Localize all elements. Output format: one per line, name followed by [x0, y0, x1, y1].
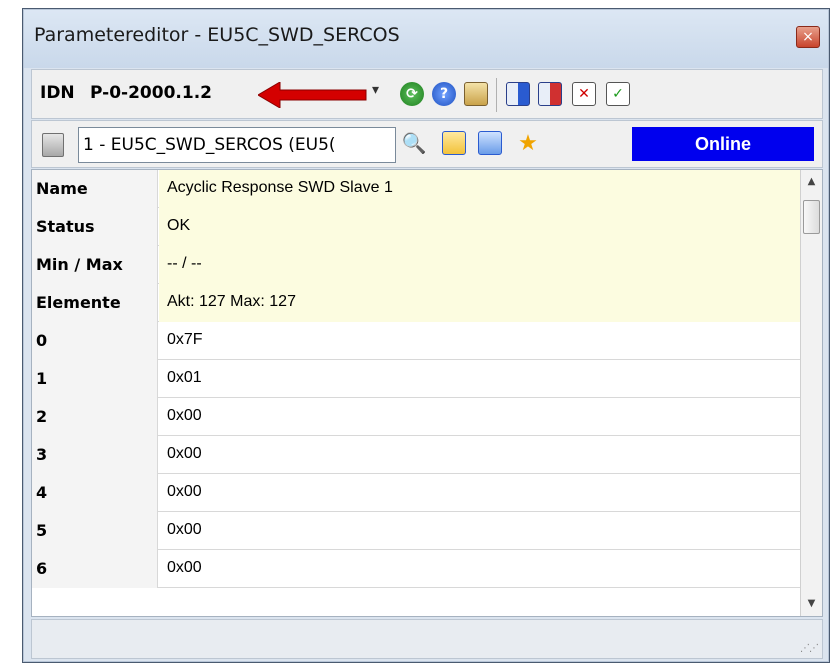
parameter-editor-window: Parametereditor - EU5C_SWD_SERCOS × IDN …	[22, 8, 830, 663]
table-import-icon[interactable]	[478, 131, 502, 155]
row-label: Min / Max	[32, 246, 158, 284]
title-bar: Parametereditor - EU5C_SWD_SERCOS ×	[24, 10, 828, 68]
idn-label: IDN	[40, 83, 75, 103]
online-status-badge: Online	[632, 127, 814, 161]
row-label: Elemente	[32, 284, 158, 322]
help-icon[interactable]: ?	[432, 82, 456, 106]
row-value: Akt: 127 Max: 127	[159, 284, 800, 322]
row-value[interactable]: 0x00	[159, 436, 800, 474]
row-value: Acyclic Response SWD Slave 1	[159, 170, 800, 208]
idn-input[interactable]: P-0-2000.1.2	[90, 83, 212, 103]
row-index: 2	[32, 398, 158, 436]
check-icon[interactable]: ✓	[606, 82, 630, 106]
row-value: OK	[159, 208, 800, 246]
row-index: 4	[32, 474, 158, 512]
scroll-down-icon[interactable]: ▼	[801, 594, 822, 614]
delete-icon[interactable]: ✕	[572, 82, 596, 106]
row-label: Name	[32, 170, 158, 208]
vertical-scrollbar[interactable]: ▲ ▼	[800, 170, 822, 616]
table-row[interactable]: 6 0x00	[32, 550, 800, 588]
grid-row-name[interactable]: Name Acyclic Response SWD Slave 1	[32, 170, 800, 208]
table-row[interactable]: 1 0x01	[32, 360, 800, 398]
idn-toolbar: IDN P-0-2000.1.2 ▾ ⟳ ? ✕ ✓	[31, 69, 823, 119]
table-row[interactable]: 3 0x00	[32, 436, 800, 474]
grid-row-status[interactable]: Status OK	[32, 208, 800, 246]
table-row[interactable]: 4 0x00	[32, 474, 800, 512]
table-row[interactable]: 2 0x00	[32, 398, 800, 436]
device-icon	[42, 133, 64, 157]
device-toolbar: 1 - EU5C_SWD_SERCOS (EU5( 🔍 ★ Online	[31, 120, 823, 168]
table-row[interactable]: 0 0x7F	[32, 322, 800, 360]
row-value: -- / --	[159, 246, 800, 284]
table-row[interactable]: 5 0x00	[32, 512, 800, 550]
resize-grip-icon[interactable]: ⋰⋰	[800, 643, 819, 654]
star-icon[interactable]: ★	[516, 131, 540, 156]
window-title: Parametereditor - EU5C_SWD_SERCOS	[34, 24, 400, 46]
scroll-thumb[interactable]	[803, 200, 820, 234]
row-value[interactable]: 0x7F	[159, 322, 800, 360]
grid-row-min-max[interactable]: Min / Max -- / --	[32, 246, 800, 284]
row-value[interactable]: 0x01	[159, 360, 800, 398]
row-index: 3	[32, 436, 158, 474]
table-icon[interactable]	[442, 131, 466, 155]
row-value[interactable]: 0x00	[159, 474, 800, 512]
device-select[interactable]: 1 - EU5C_SWD_SERCOS (EU5(	[78, 127, 396, 163]
row-index: 1	[32, 360, 158, 398]
clipboard-icon[interactable]	[464, 82, 488, 106]
row-index: 0	[32, 322, 158, 360]
grid-row-elemente[interactable]: Elemente Akt: 127 Max: 127	[32, 284, 800, 322]
idn-dropdown-arrow-icon[interactable]: ▾	[372, 82, 379, 98]
toolbar-separator	[496, 78, 497, 112]
row-value[interactable]: 0x00	[159, 550, 800, 588]
import-icon[interactable]	[506, 82, 530, 106]
binoculars-icon[interactable]: 🔍	[402, 131, 427, 155]
row-index: 5	[32, 512, 158, 550]
refresh-icon[interactable]: ⟳	[400, 82, 424, 106]
parameter-grid: Name Acyclic Response SWD Slave 1 Status…	[31, 169, 823, 617]
export-icon[interactable]	[538, 82, 562, 106]
status-bar: ⋰⋰	[31, 619, 823, 659]
row-label: Status	[32, 208, 158, 246]
close-button[interactable]: ×	[796, 26, 820, 48]
row-value[interactable]: 0x00	[159, 398, 800, 436]
red-arrow-icon	[258, 82, 367, 108]
scroll-up-icon[interactable]: ▲	[801, 172, 822, 192]
row-value[interactable]: 0x00	[159, 512, 800, 550]
row-index: 6	[32, 550, 158, 588]
